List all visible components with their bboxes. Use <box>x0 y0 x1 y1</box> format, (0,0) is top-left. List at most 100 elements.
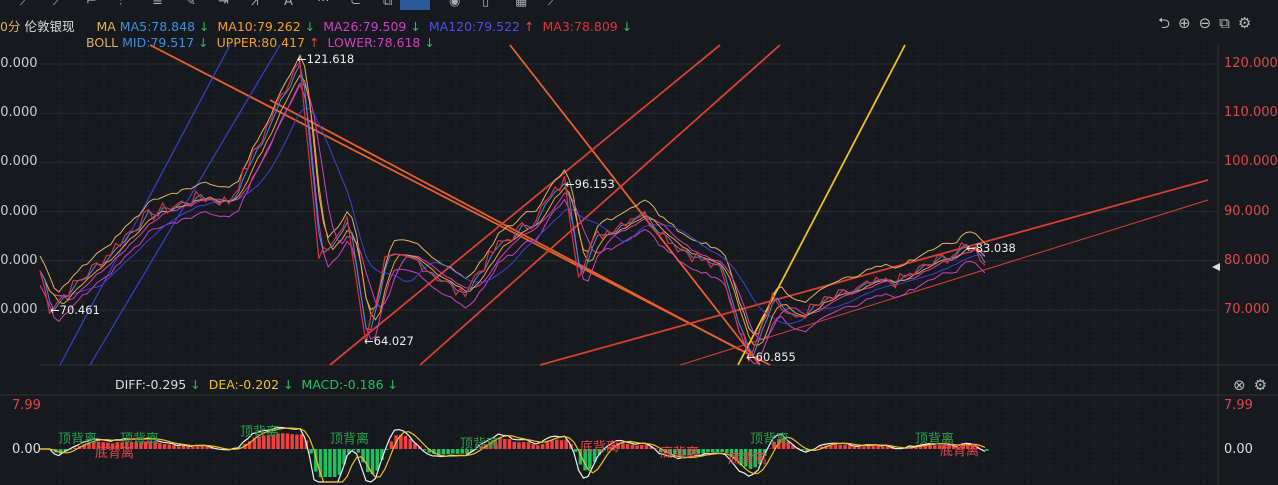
macd-axis-zero: 0.00 <box>12 442 41 457</box>
bottom-divergence-label: 底背离 <box>580 440 620 455</box>
macd-bar <box>191 447 195 449</box>
macd-bar <box>299 434 304 449</box>
macd-bar <box>555 439 559 449</box>
macd-bar <box>847 445 852 449</box>
macd-bar <box>526 442 531 449</box>
trend-line[interactable] <box>539 179 1209 366</box>
macd-bar <box>550 440 554 449</box>
price-axis-label-left: 70.000 <box>0 302 38 317</box>
price-axis-label: 100.000 <box>1224 154 1278 170</box>
macd-bar <box>625 443 630 449</box>
trend-line[interactable] <box>509 44 761 366</box>
down-arrow-icon: ↓ <box>190 377 201 392</box>
price-axis-label: 90.000 <box>1224 203 1270 219</box>
close-pane-icon[interactable]: ⊗ <box>1233 376 1246 394</box>
macd-bar <box>167 444 172 449</box>
macd-bar <box>573 449 578 452</box>
top-divergence-label: 顶背离 <box>750 432 790 447</box>
bottom-divergence-label: 底背离 <box>940 444 980 459</box>
price-axis-label-left: 80.000 <box>0 252 38 268</box>
macd-bar <box>351 449 356 451</box>
macd-bar <box>857 447 861 449</box>
macd-bar <box>833 444 838 449</box>
macd-bar <box>862 446 866 449</box>
macd-bar <box>621 442 625 449</box>
macd-bar <box>200 446 205 449</box>
price-axis-label: 120.000 <box>1224 56 1278 71</box>
macd-bar <box>323 449 327 477</box>
macd-bar <box>871 446 876 449</box>
dea-line <box>40 427 986 483</box>
boll-lower-line <box>39 83 986 364</box>
top-divergence-label: 顶背离 <box>460 437 500 452</box>
macd-bar <box>389 441 394 449</box>
macd-bar <box>328 449 332 477</box>
top-divergence-label: 顶背离 <box>120 432 160 447</box>
trend-line[interactable] <box>419 44 781 366</box>
trend-line[interactable] <box>329 44 721 366</box>
low-annotation: ←64.027 <box>364 334 414 348</box>
macd-bar <box>881 446 885 449</box>
macd-bar <box>630 444 635 449</box>
top-divergence-label: 顶背离 <box>58 432 98 447</box>
trend-line[interactable] <box>269 99 741 351</box>
macd-bar <box>162 443 167 449</box>
diff-value: DIFF:-0.295 <box>115 377 187 392</box>
macd-bar <box>852 446 857 449</box>
macd-axis-zero-right: 0.00 <box>1224 442 1253 457</box>
low-annotation: ←60.855 <box>746 350 796 364</box>
high-annotation: ←121.618 <box>297 52 355 66</box>
pane-settings-icon[interactable]: ⚙ <box>1254 376 1267 394</box>
macd-bar <box>186 446 190 449</box>
macd-bar <box>531 444 535 449</box>
macd-bar <box>559 440 564 449</box>
dea-value: DEA:-0.202 <box>208 377 280 392</box>
macd-bar <box>710 449 715 453</box>
price-axis-label-left: 10.000 <box>0 105 38 121</box>
macd-bar <box>309 449 313 454</box>
bottom-divergence-label: 底背离 <box>95 446 135 461</box>
macd-bar <box>640 444 644 449</box>
macd-bar <box>715 449 720 452</box>
macd-bar <box>436 449 441 455</box>
macd-bar <box>172 445 176 449</box>
low-annotation: ←70.461 <box>50 303 100 317</box>
macd-bar <box>866 445 871 449</box>
macd-bar <box>403 435 408 449</box>
macd-bar <box>455 449 460 454</box>
high-annotation: ←96.153 <box>565 177 615 191</box>
trend-line[interactable] <box>737 44 906 366</box>
macd-value: MACD:-0.186 <box>301 377 384 392</box>
top-divergence-label: 顶背离 <box>330 432 370 447</box>
macd-axis-top: 7.99 <box>12 398 41 413</box>
price-chart[interactable] <box>0 0 1278 485</box>
macd-bar <box>503 438 507 449</box>
macd-bar <box>517 442 521 449</box>
macd-bar <box>280 433 285 449</box>
macd-bar <box>446 449 450 455</box>
macd-bar <box>356 449 361 453</box>
bottom-divergence-label: 底背离 <box>728 452 768 467</box>
macd-bar <box>408 438 413 449</box>
macd-axis-top-right: 7.99 <box>1224 398 1253 413</box>
top-divergence-label: 顶背离 <box>240 425 280 440</box>
macd-bar <box>290 434 294 449</box>
current-price-marker <box>1212 263 1220 271</box>
macd-bar <box>332 449 337 477</box>
trend-lines[interactable] <box>59 44 1209 366</box>
down-arrow-icon: ↓ <box>283 377 294 392</box>
macd-bar <box>701 449 705 454</box>
macd-bar <box>706 449 710 453</box>
macd-bar <box>800 449 805 450</box>
down-arrow-icon: ↓ <box>387 377 399 392</box>
macd-bar <box>985 449 989 451</box>
macd-bar <box>507 439 512 449</box>
boll-upper-line <box>39 53 986 335</box>
price-axis-label: 70.000 <box>1224 302 1270 317</box>
macd-bar <box>512 441 516 449</box>
price-axis-label-left: 90.000 <box>0 203 38 219</box>
macd-bar <box>181 445 186 449</box>
macd-bar <box>838 444 843 449</box>
macd-bar <box>422 449 427 451</box>
macd-bar <box>195 446 200 449</box>
